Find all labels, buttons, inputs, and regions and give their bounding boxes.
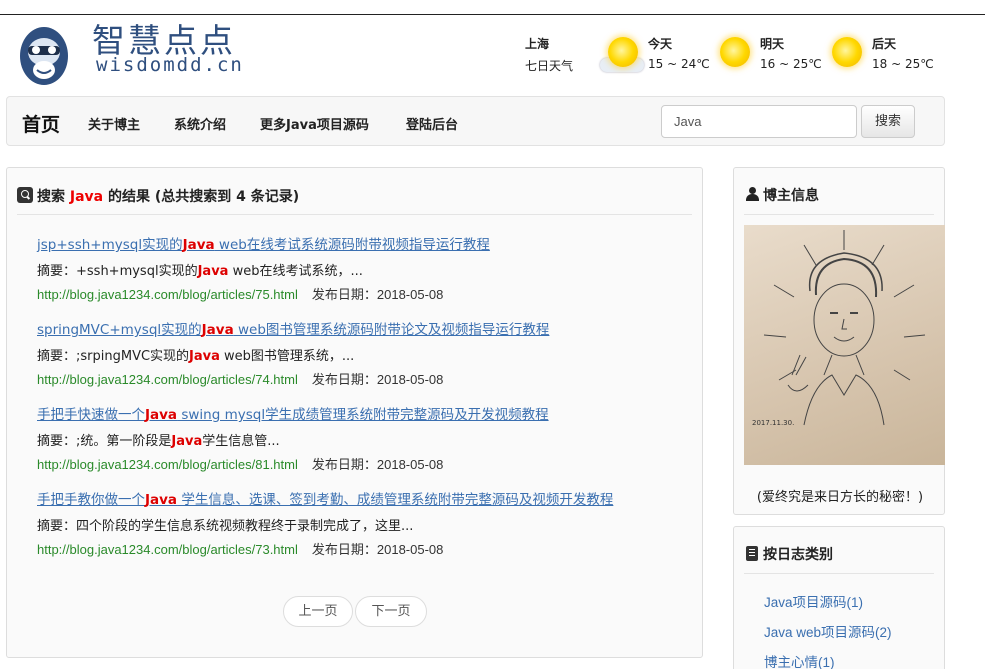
result-summary: 摘要：+ssh+mysql实现的Java web在线考试系统，... [37, 264, 363, 279]
blogger-info-title: 博主信息 [746, 185, 819, 205]
divider [744, 573, 934, 574]
result-item: springMVC+mysql实现的Java web图书管理系统源码附带论文及视… [37, 318, 687, 388]
sun-icon [720, 37, 750, 67]
result-date: 发布日期：2018-05-08 [311, 542, 444, 557]
book-icon [746, 546, 758, 561]
category-link-blogger-mood[interactable]: 博主心情(1) [764, 651, 835, 669]
weather-label[interactable]: 七日天气 [525, 57, 573, 74]
result-title-link[interactable]: 手把手快速做一个Java swing mysql学生成绩管理系统附带完整源码及开… [37, 403, 687, 423]
result-date: 发布日期：2018-05-08 [311, 372, 444, 387]
portrait-date: 2017.11.30. [752, 419, 794, 427]
nav-more-java[interactable]: 更多Java项目源码 [260, 114, 369, 133]
nav-about[interactable]: 关于博主 [88, 114, 140, 133]
weather-city: 上海 [525, 37, 550, 51]
result-title-link[interactable]: jsp+ssh+mysql实现的Java web在线考试系统源码附带视频指导运行… [37, 233, 687, 253]
result-date: 发布日期：2018-05-08 [311, 457, 444, 472]
blogger-info-box: 博主信息 2017.11.30. (爱终究是来日方长的秘密！) [733, 167, 945, 515]
result-date: 发布日期：2018-05-08 [311, 287, 444, 302]
search-button[interactable]: 搜索 [861, 105, 915, 138]
result-item: jsp+ssh+mysql实现的Java web在线考试系统源码附带视频指导运行… [37, 233, 687, 303]
result-meta: http://blog.java1234.com/blog/articles/8… [37, 454, 687, 473]
result-url: http://blog.java1234.com/blog/articles/8… [37, 457, 298, 472]
sun-icon [608, 37, 638, 67]
category-title: 按日志类别 [746, 544, 833, 564]
category-link-java-source[interactable]: Java项目源码(1) [764, 591, 863, 611]
blogger-caption: (爱终究是来日方长的秘密！) [756, 490, 924, 505]
nav-admin-login[interactable]: 登陆后台 [406, 114, 458, 133]
results-heading: 搜索 Java 的结果 (总共搜索到 4 条记录) [17, 186, 299, 206]
result-meta: http://blog.java1234.com/blog/articles/7… [37, 284, 687, 303]
navbar: 首页 关于博主 系统介绍 更多Java项目源码 登陆后台 搜索 [6, 96, 945, 146]
results-keyword: Java [69, 189, 104, 205]
category-link-java-web[interactable]: Java web项目源码(2) [764, 621, 892, 641]
result-meta: http://blog.java1234.com/blog/articles/7… [37, 369, 687, 388]
search-icon [17, 187, 33, 203]
blogger-portrait: 2017.11.30. [744, 225, 945, 465]
result-item: 手把手教你做一个Java 学生信息、选课、签到考勤、成绩管理系统附带完整源码及视… [37, 488, 687, 558]
weather-day-tomorrow: 明天 [760, 37, 785, 51]
monkey-logo-icon[interactable] [18, 22, 70, 86]
result-url: http://blog.java1234.com/blog/articles/7… [37, 542, 298, 557]
result-title-link[interactable]: springMVC+mysql实现的Java web图书管理系统源码附带论文及视… [37, 318, 687, 338]
category-box: 按日志类别 Java项目源码(1) Java web项目源码(2) 博主心情(1… [733, 526, 945, 669]
weather-temp-after: 18 ~ 25℃ [872, 57, 934, 71]
result-summary: 摘要：;统。第一阶段是Java学生信息管... [37, 434, 280, 449]
result-url: http://blog.java1234.com/blog/articles/7… [37, 372, 298, 387]
nav-system-intro[interactable]: 系统介绍 [174, 114, 226, 133]
result-summary: 摘要：四个阶段的学生信息系统视频教程终于录制完成了，这里... [37, 519, 414, 534]
result-item: 手把手快速做一个Java swing mysql学生成绩管理系统附带完整源码及开… [37, 403, 687, 473]
search-input[interactable] [661, 105, 857, 138]
next-page-button[interactable]: 下一页 [355, 596, 427, 627]
result-summary: 摘要：;srpingMVC实现的Java web图书管理系统，... [37, 349, 355, 364]
weather-temp-tomorrow: 16 ~ 25℃ [760, 57, 822, 71]
result-meta: http://blog.java1234.com/blog/articles/7… [37, 539, 687, 558]
divider [17, 214, 692, 215]
weather-day-today: 今天 [648, 37, 673, 51]
site-name-en[interactable]: wisdomdd.cn [96, 54, 244, 76]
result-url: http://blog.java1234.com/blog/articles/7… [37, 287, 298, 302]
result-title-link[interactable]: 手把手教你做一个Java 学生信息、选课、签到考勤、成绩管理系统附带完整源码及视… [37, 488, 687, 508]
user-icon [746, 187, 759, 201]
sun-icon [832, 37, 862, 67]
nav-home[interactable]: 首页 [22, 110, 60, 137]
weather-day-after: 后天 [872, 37, 897, 51]
divider [744, 214, 934, 215]
search-results-panel: 搜索 Java 的结果 (总共搜索到 4 条记录) jsp+ssh+mysql实… [6, 167, 703, 658]
weather-temp-today: 15 ~ 24℃ [648, 57, 710, 71]
prev-page-button[interactable]: 上一页 [283, 596, 353, 627]
portrait-sketch: 2017.11.30. [752, 230, 926, 427]
